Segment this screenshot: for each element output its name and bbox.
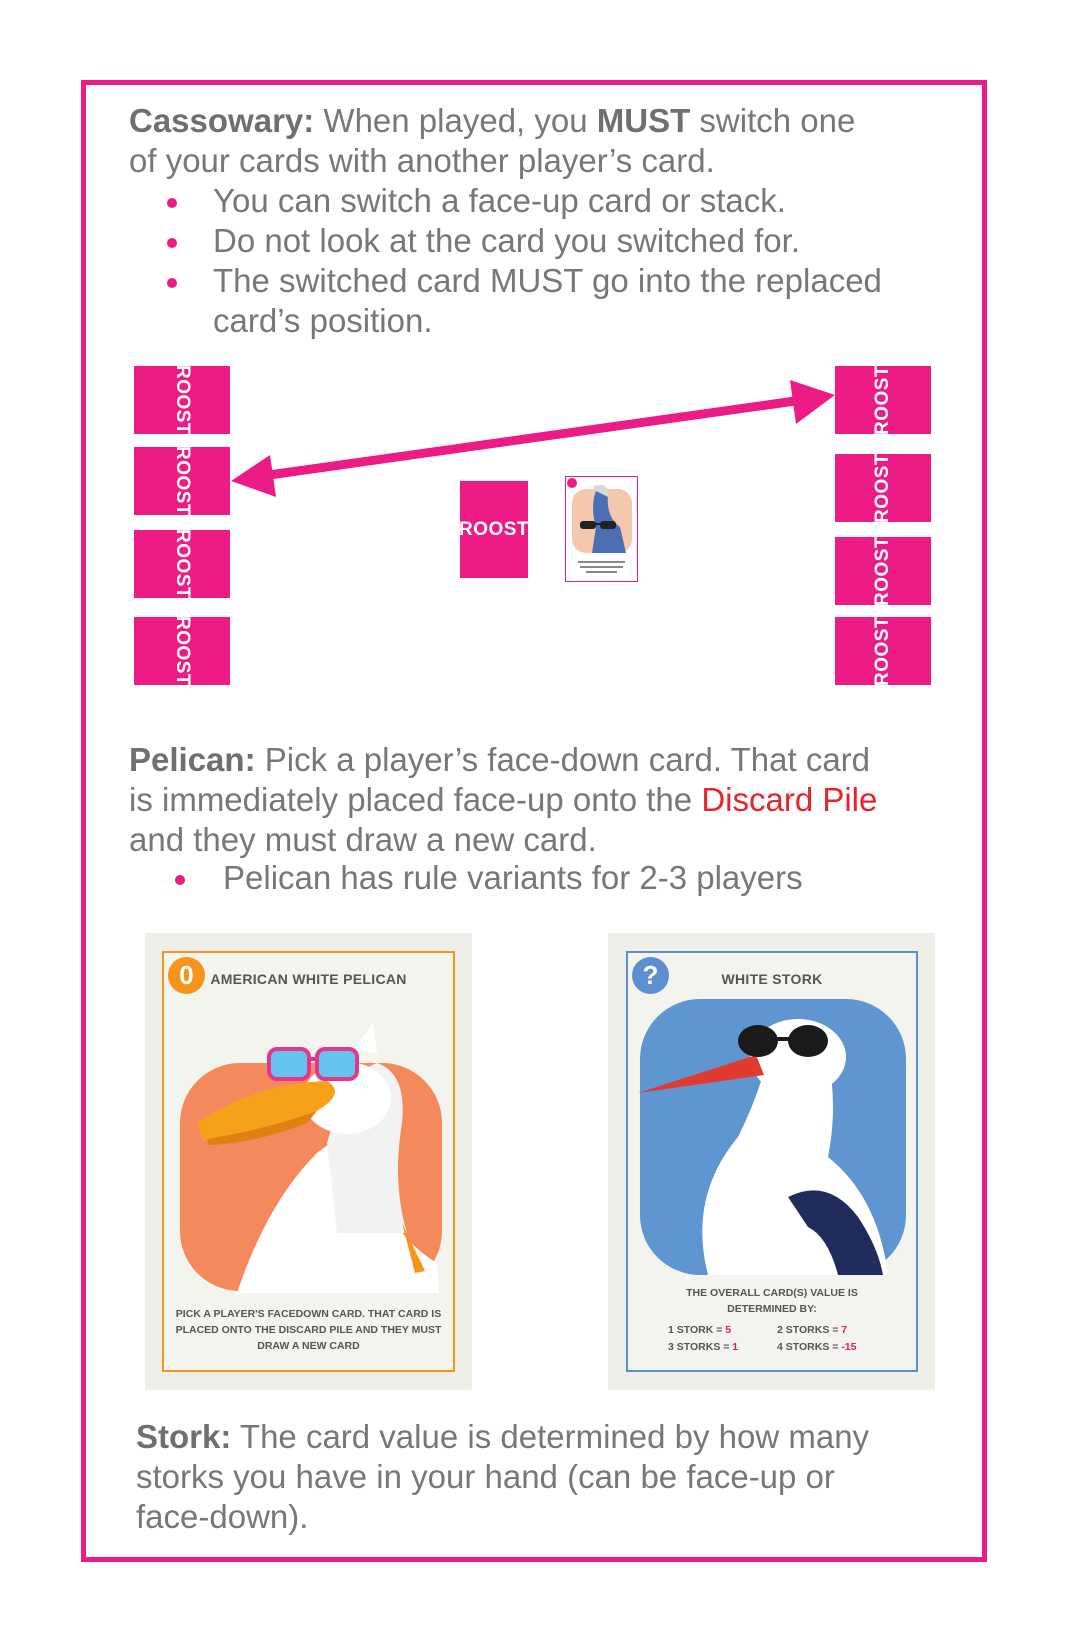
stork-illustration bbox=[638, 999, 906, 1275]
stork-card-frame: ? WHITE STORK THE OVERALL CARD(S) VALUE … bbox=[626, 951, 918, 1372]
score-entry: 2 STORKS = 7 bbox=[777, 1324, 848, 1336]
card-description: THE OVERALL CARD(S) VALUE IS DETERMINED … bbox=[686, 1287, 858, 1315]
card-description: PICK A PLAYER'S FACEDOWN CARD. THAT CARD… bbox=[175, 1308, 442, 1352]
stork-score-table: 1 STORK = 5 2 STORKS = 7 3 STORKS = 1 4 … bbox=[668, 1322, 886, 1356]
stork-rule: Stork: The card value is determined by h… bbox=[136, 1418, 870, 1535]
switch-arrow bbox=[231, 380, 835, 497]
arrow-line bbox=[261, 396, 796, 481]
bullet-icon bbox=[175, 875, 185, 885]
pelican-illustration bbox=[180, 1023, 442, 1293]
score-entry: 1 STORK = 5 bbox=[668, 1324, 732, 1336]
stork-card: ? WHITE STORK THE OVERALL CARD(S) VALUE … bbox=[608, 933, 935, 1390]
bullet-item: Pelican has rule variants for 2-3 player… bbox=[139, 858, 939, 898]
pelican-card: 0 AMERICAN WHITE PELICAN PICK A PLAYER'S… bbox=[145, 933, 472, 1390]
card-title: AMERICAN WHITE PELICAN bbox=[210, 971, 407, 987]
stork-heading: Stork: bbox=[136, 1418, 232, 1455]
card-title: WHITE STORK bbox=[721, 971, 823, 987]
discard-pile-term: Discard Pile bbox=[701, 781, 878, 818]
score-entry: 3 STORKS = 1 bbox=[668, 1341, 739, 1353]
pelican-card-frame: 0 AMERICAN WHITE PELICAN PICK A PLAYER'S… bbox=[162, 951, 455, 1372]
arrow-head-right-icon bbox=[790, 380, 835, 424]
pelican-bullets: Pelican has rule variants for 2-3 player… bbox=[139, 858, 939, 898]
pelican-rule: Pelican: Pick a player’s face-down card.… bbox=[129, 741, 878, 858]
score-entry: 4 STORKS = -15 bbox=[777, 1341, 857, 1353]
pelican-heading: Pelican: bbox=[129, 741, 256, 778]
arrow-head-left-icon bbox=[231, 455, 276, 497]
